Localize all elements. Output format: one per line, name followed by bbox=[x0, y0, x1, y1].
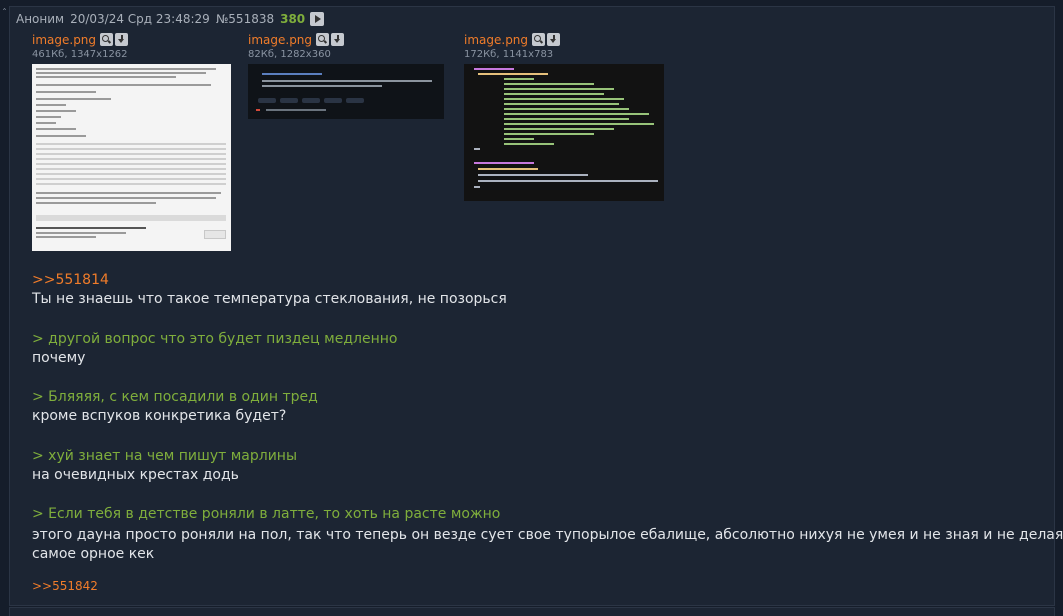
attachment-2: image.png 82Кб, 1282x360 bbox=[248, 32, 444, 119]
attachment-filename[interactable]: image.png bbox=[248, 33, 312, 47]
attachment-meta: 172Кб, 1141x783 bbox=[464, 49, 554, 60]
next-post-edge bbox=[9, 607, 1055, 616]
attachment-meta: 461Кб, 1347x1262 bbox=[32, 49, 128, 60]
post-header: Аноним 20/03/24 Срд 23:48:29 №551838 380 bbox=[16, 11, 325, 27]
attachment-thumbnail[interactable] bbox=[464, 64, 664, 201]
backlink[interactable]: >>551842 bbox=[32, 577, 98, 596]
post-author: Аноним bbox=[16, 12, 65, 26]
download-icon[interactable] bbox=[547, 33, 561, 46]
attachment-thumbnail[interactable] bbox=[32, 64, 231, 251]
quote-line: > хуй знает на чем пишут марлины bbox=[32, 448, 298, 464]
post-position-count: 380 bbox=[280, 12, 306, 26]
download-icon[interactable] bbox=[115, 33, 129, 46]
quote-line: > Если тебя в детстве роняли в латте, то… bbox=[32, 506, 501, 522]
post-number[interactable]: №551838 bbox=[216, 12, 274, 26]
post-text-line: кроме вспуков конкретика будет? bbox=[32, 408, 287, 424]
post-text-line: этого дауна просто роняли на пол, так чт… bbox=[32, 527, 1063, 543]
download-icon[interactable] bbox=[331, 33, 345, 46]
post-text-line: самое орное кек bbox=[32, 546, 155, 562]
collapse-marker[interactable]: ˆ bbox=[2, 8, 7, 19]
post-text-line: на очевидных крестах додь bbox=[32, 467, 239, 483]
attachment-3: image.png 172Кб, 1141x783 bbox=[464, 32, 664, 201]
attachment-meta: 82Кб, 1282x360 bbox=[248, 49, 331, 60]
attachment-1: image.png 461Кб, 1347x1262 bbox=[32, 32, 231, 251]
reply-link[interactable]: >>551814 bbox=[32, 271, 109, 290]
quote-line: > другой вопрос что это будет пиздец мед… bbox=[32, 331, 398, 347]
attachment-filename[interactable]: image.png bbox=[464, 33, 528, 47]
post-text-line: Ты не знаешь что такое температура стекл… bbox=[32, 291, 507, 307]
attachment-filename[interactable]: image.png bbox=[32, 33, 96, 47]
quote-line: > Бляяяя, с кем посадили в один тред bbox=[32, 389, 318, 405]
search-icon[interactable] bbox=[100, 33, 114, 46]
post-text-line: почему bbox=[32, 350, 86, 366]
search-icon[interactable] bbox=[316, 33, 330, 46]
post-date: 20/03/24 Срд 23:48:29 bbox=[70, 12, 210, 26]
attachment-thumbnail[interactable] bbox=[248, 64, 444, 119]
play-icon[interactable] bbox=[310, 12, 325, 26]
search-icon[interactable] bbox=[532, 33, 546, 46]
